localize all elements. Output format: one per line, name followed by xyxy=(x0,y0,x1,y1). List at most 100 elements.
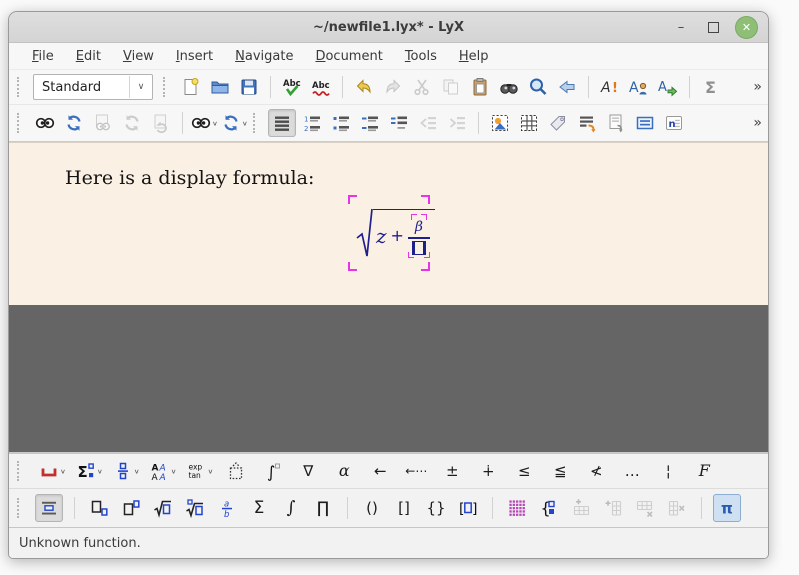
math-font-menu[interactable]: AAAA∨ xyxy=(150,458,177,484)
fraction-denominator[interactable] xyxy=(408,241,430,258)
not-less-button[interactable]: ≮ xyxy=(583,458,609,484)
nabla-button[interactable]: ∇ xyxy=(295,458,321,484)
math-inset-selected[interactable]: z + β xyxy=(348,195,430,271)
menu-tools[interactable]: Tools xyxy=(396,46,446,67)
toolbar-drag-handle[interactable] xyxy=(17,113,24,133)
menu-navigate[interactable]: Navigate xyxy=(226,46,302,67)
square-root-button[interactable] xyxy=(150,495,176,521)
fraction-menu[interactable]: ∨ xyxy=(113,458,140,484)
bullet-list-button[interactable] xyxy=(328,110,354,136)
decrease-depth-button[interactable] xyxy=(415,110,441,136)
emphasis-button[interactable]: A! xyxy=(597,74,623,100)
product-button[interactable]: ∏ xyxy=(310,495,336,521)
fraction-button[interactable]: ab xyxy=(214,495,240,521)
parentheses-button[interactable]: () xyxy=(359,495,385,521)
toggle-display-formula-button[interactable] xyxy=(35,494,63,522)
cut-button[interactable] xyxy=(409,74,435,100)
add-column-button[interactable] xyxy=(600,495,626,521)
formula-fraction[interactable]: β xyxy=(408,214,430,258)
toolbar-drag-handle[interactable] xyxy=(17,77,24,97)
delimiters-button[interactable]: [] xyxy=(455,495,481,521)
toolbar-drag-handle[interactable] xyxy=(17,498,24,518)
insert-cross-reference-button[interactable] xyxy=(574,110,600,136)
insert-label-button[interactable] xyxy=(545,110,571,136)
insert-table-button[interactable] xyxy=(516,110,542,136)
insert-graphics-button[interactable] xyxy=(487,110,513,136)
math-spacing-menu[interactable]: ∨ xyxy=(39,458,66,484)
nth-root-button[interactable] xyxy=(182,495,208,521)
document-canvas[interactable]: Here is a display formula: z + xyxy=(9,142,768,305)
paste-button[interactable] xyxy=(467,74,493,100)
toolbar-overflow-button[interactable]: » xyxy=(753,115,760,131)
fraction-numerator[interactable]: β xyxy=(411,214,427,235)
integral-button[interactable]: ∫ xyxy=(278,495,304,521)
delete-row-button[interactable] xyxy=(632,495,658,521)
navigate-back-button[interactable] xyxy=(554,74,580,100)
menu-edit[interactable]: Edit xyxy=(67,46,110,67)
undo-button[interactable] xyxy=(351,74,377,100)
save-document-button[interactable] xyxy=(236,74,262,100)
menu-view[interactable]: View xyxy=(114,46,163,67)
view-other-formats-button[interactable]: ∨ xyxy=(191,110,218,136)
arrow-left-button[interactable]: ← xyxy=(367,458,393,484)
find-replace-button[interactable] xyxy=(496,74,522,100)
functions-menu[interactable]: exptan∨ xyxy=(186,458,213,484)
square-brackets-button[interactable]: [] xyxy=(391,495,417,521)
display-formula[interactable]: z + β xyxy=(356,207,435,261)
search-button[interactable] xyxy=(525,74,551,100)
dots-button[interactable]: … xyxy=(619,458,645,484)
update-document-button[interactable] xyxy=(61,110,87,136)
frame-decoration-button[interactable] xyxy=(223,458,249,484)
toolbar-drag-handle[interactable] xyxy=(163,77,170,97)
menu-insert[interactable]: Insert xyxy=(167,46,222,67)
update-master-button[interactable] xyxy=(119,110,145,136)
curly-braces-button[interactable]: {} xyxy=(423,495,449,521)
insert-cases-button[interactable]: { xyxy=(536,495,562,521)
update-other-formats-button[interactable]: ∨ xyxy=(221,110,248,136)
new-document-button[interactable] xyxy=(178,74,204,100)
maximize-button[interactable] xyxy=(703,17,723,37)
less-equal-button[interactable]: ≤ xyxy=(511,458,537,484)
paragraph-style-combo[interactable]: Standard ∨ xyxy=(33,74,153,100)
toolbar-drag-handle[interactable] xyxy=(253,113,260,133)
superscript-button[interactable] xyxy=(118,495,144,521)
open-document-button[interactable] xyxy=(207,74,233,100)
broken-bar-button[interactable]: ¦ xyxy=(655,458,681,484)
paragraph-style-standard-button[interactable] xyxy=(268,109,296,137)
increase-depth-button[interactable] xyxy=(444,110,470,136)
spellcheck-button[interactable]: Abc xyxy=(279,74,305,100)
subscript-button[interactable] xyxy=(86,495,112,521)
minimize-button[interactable]: – xyxy=(671,17,691,37)
big-operators-menu[interactable]: Σ∨ xyxy=(76,458,103,484)
menu-help[interactable]: Help xyxy=(450,46,498,67)
sum-button[interactable]: Σ xyxy=(246,495,272,521)
delete-column-button[interactable] xyxy=(664,495,690,521)
insert-math-button[interactable]: Σ xyxy=(698,74,724,100)
description-list-button[interactable] xyxy=(357,110,383,136)
font-frak-button[interactable]: F xyxy=(691,458,717,484)
less-equal-double-button[interactable]: ≦ xyxy=(547,458,573,484)
dashed-arrow-button[interactable]: ←⋯ xyxy=(403,458,429,484)
menu-file[interactable]: File xyxy=(23,46,63,67)
insert-nomenclature-button[interactable]: n xyxy=(661,110,687,136)
redo-button[interactable] xyxy=(380,74,406,100)
plus-minus-button[interactable]: ± xyxy=(439,458,465,484)
dot-plus-button[interactable]: ∔ xyxy=(475,458,501,484)
toggle-math-panel-button[interactable]: π xyxy=(713,494,741,522)
toolbar-drag-handle[interactable] xyxy=(17,461,24,481)
noun-style-button[interactable]: A xyxy=(626,74,652,100)
view-document-button[interactable] xyxy=(32,110,58,136)
menu-document[interactable]: Document xyxy=(306,46,391,67)
title-bar[interactable]: ~/newfile1.lyx* - LyX – ✕ xyxy=(9,12,768,43)
toolbar-overflow-button[interactable]: » xyxy=(753,79,760,95)
close-button[interactable]: ✕ xyxy=(735,16,758,39)
copy-button[interactable] xyxy=(438,74,464,100)
greek-alpha-button[interactable]: α xyxy=(331,458,357,484)
numbered-list-button[interactable]: 12 xyxy=(299,110,325,136)
refresh-preview-button[interactable] xyxy=(148,110,174,136)
view-master-button[interactable] xyxy=(90,110,116,136)
continuous-spellcheck-button[interactable]: Abc xyxy=(308,74,334,100)
insert-box-button[interactable] xyxy=(632,110,658,136)
apply-last-style-button[interactable]: A xyxy=(655,74,681,100)
integral-limits-button[interactable]: ∫ xyxy=(259,458,285,484)
